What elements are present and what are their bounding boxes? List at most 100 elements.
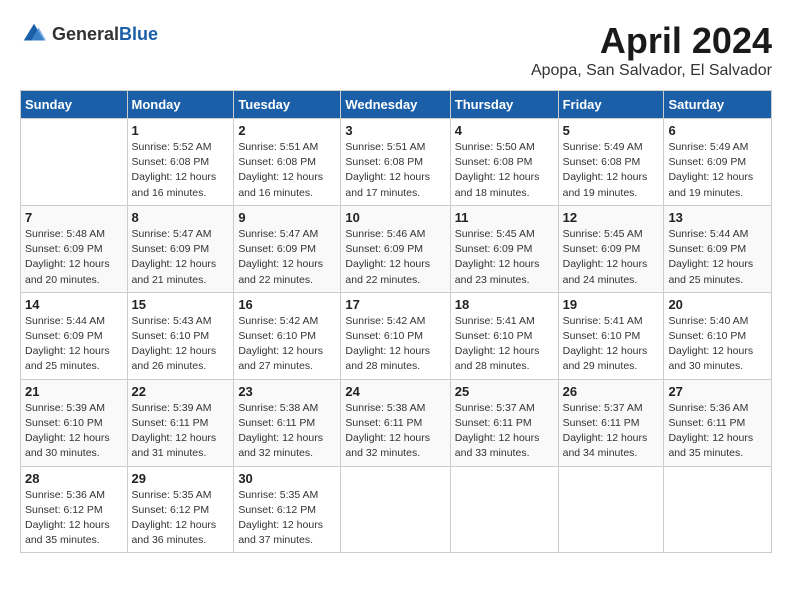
calendar-cell [664, 466, 772, 553]
calendar-cell: 13 Sunrise: 5:44 AMSunset: 6:09 PMDayligh… [664, 205, 772, 292]
calendar-cell: 10Sunrise: 5:46 AMSunset: 6:09 PMDayligh… [341, 205, 450, 292]
logo-blue: Blue [119, 24, 158, 44]
day-number: 24 [345, 384, 445, 399]
calendar-cell [558, 466, 664, 553]
day-info: Sunrise: 5:42 AMSunset: 6:10 PMDaylight:… [345, 314, 445, 375]
day-info: Sunrise: 5:48 AMSunset: 6:09 PMDaylight:… [25, 227, 123, 288]
day-info: Sunrise: 5:52 AMSunset: 6:08 PMDaylight:… [132, 140, 230, 201]
calendar-cell: 21Sunrise: 5:39 AMSunset: 6:10 PMDayligh… [21, 379, 128, 466]
calendar-cell: 7 Sunrise: 5:48 AMSunset: 6:09 PMDaylight… [21, 205, 128, 292]
day-number: 8 [132, 210, 230, 225]
calendar-cell: 8 Sunrise: 5:47 AMSunset: 6:09 PMDaylight… [127, 205, 234, 292]
day-info: Sunrise: 5:35 AMSunset: 6:12 PMDaylight:… [238, 488, 336, 549]
day-info: Sunrise: 5:35 AMSunset: 6:12 PMDaylight:… [132, 488, 230, 549]
day-info: Sunrise: 5:36 AMSunset: 6:12 PMDaylight:… [25, 488, 123, 549]
calendar-cell: 18Sunrise: 5:41 AMSunset: 6:10 PMDayligh… [450, 292, 558, 379]
calendar-cell: 6 Sunrise: 5:49 AMSunset: 6:09 PMDaylight… [664, 119, 772, 206]
day-number: 15 [132, 297, 230, 312]
subtitle: Apopa, San Salvador, El Salvador [531, 62, 772, 80]
day-info: Sunrise: 5:41 AMSunset: 6:10 PMDaylight:… [563, 314, 660, 375]
day-number: 23 [238, 384, 336, 399]
day-number: 6 [668, 123, 767, 138]
day-number: 3 [345, 123, 445, 138]
logo-general: General [52, 24, 119, 44]
calendar-week-row: 1 Sunrise: 5:52 AMSunset: 6:08 PMDaylight… [21, 119, 772, 206]
calendar-cell: 12 Sunrise: 5:45 AMSunset: 6:09 PMDayligh… [558, 205, 664, 292]
calendar-cell: 14 Sunrise: 5:44 AMSunset: 6:09 PMDayligh… [21, 292, 128, 379]
day-number: 16 [238, 297, 336, 312]
calendar-week-row: 7 Sunrise: 5:48 AMSunset: 6:09 PMDaylight… [21, 205, 772, 292]
day-info: Sunrise: 5:40 AMSunset: 6:10 PMDaylight:… [668, 314, 767, 375]
day-info: Sunrise: 5:37 AMSunset: 6:11 PMDaylight:… [563, 401, 660, 462]
day-number: 1 [132, 123, 230, 138]
day-info: Sunrise: 5:44 AMSunset: 6:09 PMDaylight:… [668, 227, 767, 288]
day-number: 11 [455, 210, 554, 225]
day-number: 21 [25, 384, 123, 399]
day-info: Sunrise: 5:47 AMSunset: 6:09 PMDaylight:… [132, 227, 230, 288]
calendar-day-header: Tuesday [234, 91, 341, 119]
day-info: Sunrise: 5:51 AMSunset: 6:08 PMDaylight:… [345, 140, 445, 201]
day-number: 26 [563, 384, 660, 399]
calendar-day-header: Sunday [21, 91, 128, 119]
calendar-day-header: Friday [558, 91, 664, 119]
calendar-cell: 2 Sunrise: 5:51 AMSunset: 6:08 PMDaylight… [234, 119, 341, 206]
calendar-cell: 16 Sunrise: 5:42 AMSunset: 6:10 PMDayligh… [234, 292, 341, 379]
day-info: Sunrise: 5:37 AMSunset: 6:11 PMDaylight:… [455, 401, 554, 462]
day-number: 5 [563, 123, 660, 138]
main-title: April 2024 [531, 20, 772, 62]
calendar-cell: 19 Sunrise: 5:41 AMSunset: 6:10 PMDayligh… [558, 292, 664, 379]
calendar-cell: 20Sunrise: 5:40 AMSunset: 6:10 PMDayligh… [664, 292, 772, 379]
day-info: Sunrise: 5:46 AMSunset: 6:09 PMDaylight:… [345, 227, 445, 288]
title-area: April 2024 Apopa, San Salvador, El Salva… [531, 20, 772, 80]
calendar-cell: 25 Sunrise: 5:37 AMSunset: 6:11 PMDayligh… [450, 379, 558, 466]
day-info: Sunrise: 5:41 AMSunset: 6:10 PMDaylight:… [455, 314, 554, 375]
day-info: Sunrise: 5:45 AMSunset: 6:09 PMDaylight:… [563, 227, 660, 288]
day-number: 14 [25, 297, 123, 312]
calendar-table: SundayMondayTuesdayWednesdayThursdayFrid… [20, 90, 772, 553]
calendar-cell: 27 Sunrise: 5:36 AMSunset: 6:11 PMDayligh… [664, 379, 772, 466]
calendar-week-row: 28 Sunrise: 5:36 AMSunset: 6:12 PMDayligh… [21, 466, 772, 553]
calendar-cell [341, 466, 450, 553]
day-info: Sunrise: 5:36 AMSunset: 6:11 PMDaylight:… [668, 401, 767, 462]
day-number: 27 [668, 384, 767, 399]
day-info: Sunrise: 5:42 AMSunset: 6:10 PMDaylight:… [238, 314, 336, 375]
calendar-header-row: SundayMondayTuesdayWednesdayThursdayFrid… [21, 91, 772, 119]
calendar-week-row: 14 Sunrise: 5:44 AMSunset: 6:09 PMDayligh… [21, 292, 772, 379]
day-number: 30 [238, 471, 336, 486]
calendar-cell: 26 Sunrise: 5:37 AMSunset: 6:11 PMDayligh… [558, 379, 664, 466]
calendar-cell: 23 Sunrise: 5:38 AMSunset: 6:11 PMDayligh… [234, 379, 341, 466]
day-info: Sunrise: 5:43 AMSunset: 6:10 PMDaylight:… [132, 314, 230, 375]
day-info: Sunrise: 5:49 AMSunset: 6:08 PMDaylight:… [563, 140, 660, 201]
page-header: GeneralBlue April 2024 Apopa, San Salvad… [20, 20, 772, 80]
day-info: Sunrise: 5:39 AMSunset: 6:11 PMDaylight:… [132, 401, 230, 462]
day-number: 22 [132, 384, 230, 399]
calendar-cell: 11Sunrise: 5:45 AMSunset: 6:09 PMDayligh… [450, 205, 558, 292]
day-info: Sunrise: 5:38 AMSunset: 6:11 PMDaylight:… [238, 401, 336, 462]
day-number: 9 [238, 210, 336, 225]
calendar-day-header: Wednesday [341, 91, 450, 119]
day-number: 28 [25, 471, 123, 486]
calendar-day-header: Saturday [664, 91, 772, 119]
calendar-cell: 24 Sunrise: 5:38 AMSunset: 6:11 PMDayligh… [341, 379, 450, 466]
day-number: 2 [238, 123, 336, 138]
day-number: 25 [455, 384, 554, 399]
day-number: 12 [563, 210, 660, 225]
calendar-cell: 9Sunrise: 5:47 AMSunset: 6:09 PMDaylight… [234, 205, 341, 292]
day-info: Sunrise: 5:38 AMSunset: 6:11 PMDaylight:… [345, 401, 445, 462]
calendar-cell: 5 Sunrise: 5:49 AMSunset: 6:08 PMDaylight… [558, 119, 664, 206]
calendar-cell: 4 Sunrise: 5:50 AMSunset: 6:08 PMDaylight… [450, 119, 558, 206]
day-number: 19 [563, 297, 660, 312]
day-info: Sunrise: 5:50 AMSunset: 6:08 PMDaylight:… [455, 140, 554, 201]
calendar-cell: 3 Sunrise: 5:51 AMSunset: 6:08 PMDaylight… [341, 119, 450, 206]
calendar-cell: 30 Sunrise: 5:35 AMSunset: 6:12 PMDayligh… [234, 466, 341, 553]
day-info: Sunrise: 5:49 AMSunset: 6:09 PMDaylight:… [668, 140, 767, 201]
day-number: 13 [668, 210, 767, 225]
calendar-cell: 22 Sunrise: 5:39 AMSunset: 6:11 PMDayligh… [127, 379, 234, 466]
calendar-day-header: Thursday [450, 91, 558, 119]
day-info: Sunrise: 5:51 AMSunset: 6:08 PMDaylight:… [238, 140, 336, 201]
day-number: 7 [25, 210, 123, 225]
logo-icon [20, 20, 48, 48]
day-number: 4 [455, 123, 554, 138]
day-info: Sunrise: 5:44 AMSunset: 6:09 PMDaylight:… [25, 314, 123, 375]
calendar-cell [450, 466, 558, 553]
